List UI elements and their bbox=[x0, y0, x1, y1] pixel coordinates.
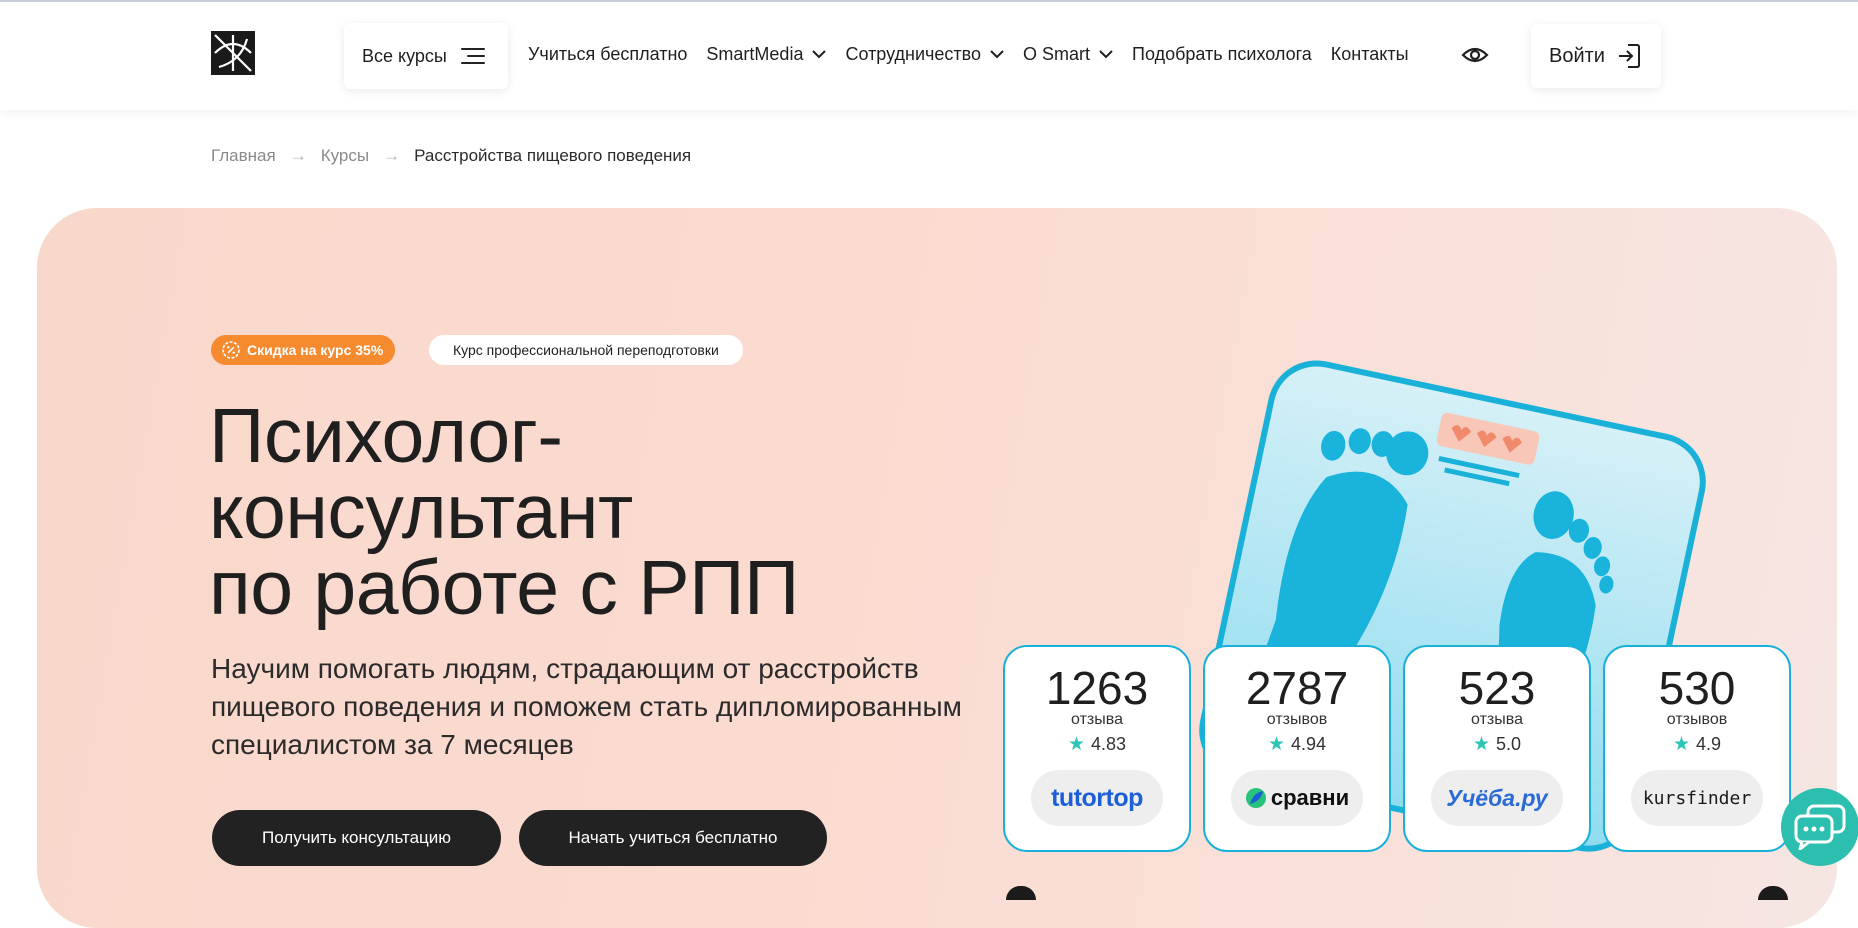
start-free-button[interactable]: Начать учиться бесплатно bbox=[519, 810, 827, 866]
review-count: 530 bbox=[1658, 662, 1736, 714]
platform-name: tutortop bbox=[1051, 783, 1143, 812]
rating-value: 4.94 bbox=[1291, 734, 1327, 754]
review-count-label: отзыва bbox=[1071, 711, 1123, 728]
breadcrumb-separator: → bbox=[383, 146, 401, 165]
page-title: Психолог- консультант по работе с РПП bbox=[209, 398, 1009, 627]
discount-badge: Скидка на курс 35% bbox=[211, 335, 396, 365]
breadcrumb-current: Расстройства пищевого поведения bbox=[414, 146, 692, 165]
burger-icon bbox=[460, 48, 485, 64]
main-nav: Учиться бесплатно SmartMedia Сотрудничес… bbox=[528, 42, 1428, 66]
breadcrumb-courses[interactable]: Курсы bbox=[321, 146, 369, 166]
rating: ★ 4.9 bbox=[1673, 733, 1721, 756]
platform-name: сравни bbox=[1270, 785, 1350, 810]
tutortop-logo[interactable]: tutortop bbox=[1031, 770, 1163, 826]
hero-subtitle: Научим помогать людям, страдающим от рас… bbox=[211, 653, 962, 760]
login-button[interactable]: Войти bbox=[1531, 24, 1661, 88]
nav-item-contacts[interactable]: Контакты bbox=[1331, 44, 1409, 65]
review-card-kursfinder[interactable]: 530 отзывов ★ 4.9 kursfinder bbox=[1603, 645, 1791, 852]
nav-label: Учиться бесплатно bbox=[528, 43, 688, 64]
nav-label: Сотрудничество bbox=[845, 43, 982, 64]
review-cards: 1263 отзыва ★ 4.83 tutortop 2787 отзывов … bbox=[1003, 645, 1803, 852]
discount-icon bbox=[222, 341, 240, 359]
review-card-sravni[interactable]: 2787 отзывов ★ 4.94 сравни bbox=[1203, 645, 1391, 852]
star-icon: ★ bbox=[1672, 734, 1690, 755]
rating: ★ 4.94 bbox=[1268, 733, 1326, 756]
title-line-2: консультант bbox=[209, 469, 633, 555]
review-card-tutortop[interactable]: 1263 отзыва ★ 4.83 tutortop bbox=[1003, 645, 1191, 852]
nav-item-smartmedia[interactable]: SmartMedia bbox=[706, 43, 827, 65]
sravni-leaf-icon bbox=[1245, 788, 1266, 808]
chevron-down-icon bbox=[1099, 49, 1113, 58]
chevron-down-icon bbox=[812, 49, 827, 58]
nav-item-learn-free[interactable]: Учиться бесплатно bbox=[528, 44, 687, 65]
nav-label: Контакты bbox=[1330, 43, 1409, 64]
discount-badge-label: Скидка на курс 35% bbox=[247, 342, 384, 358]
star-icon: ★ bbox=[1267, 734, 1285, 755]
nav-item-cooperation[interactable]: Сотрудничество bbox=[845, 44, 1004, 65]
review-count-label: отзывов bbox=[1666, 711, 1728, 728]
nav-label: O Smart bbox=[1023, 43, 1091, 64]
course-type-badge: Курс профессиональной переподготовки bbox=[429, 335, 743, 365]
review-count: 2787 bbox=[1245, 662, 1349, 714]
login-label: Войти bbox=[1549, 44, 1605, 67]
rating-value: 4.83 bbox=[1091, 734, 1127, 754]
logo-mark-icon[interactable] bbox=[211, 31, 255, 75]
platform-name: Учёба.ру bbox=[1446, 784, 1548, 811]
chevron-down-icon bbox=[990, 49, 1004, 58]
breadcrumb-separator: → bbox=[289, 146, 307, 165]
get-consultation-button[interactable]: Получить консультацию bbox=[212, 810, 501, 866]
ucheba-logo[interactable]: Учёба.ру bbox=[1431, 770, 1563, 826]
chat-bubbles-icon bbox=[1794, 804, 1846, 850]
sravni-logo[interactable]: сравни bbox=[1231, 770, 1363, 826]
start-free-label: Начать учиться бесплатно bbox=[568, 828, 778, 847]
get-consultation-label: Получить консультацию bbox=[261, 828, 452, 847]
star-icon: ★ bbox=[1472, 734, 1490, 755]
nav-item-about[interactable]: O Smart bbox=[1023, 44, 1113, 65]
review-count-label: отзыва bbox=[1471, 711, 1523, 728]
site-header: Все курсы Учиться бесплатно SmartMedia С… bbox=[0, 2, 1858, 110]
review-count-label: отзывов bbox=[1266, 711, 1328, 728]
platform-name: kursfinder bbox=[1642, 787, 1752, 809]
rating: ★ 4.83 bbox=[1068, 733, 1126, 756]
review-card-ucheba[interactable]: 523 отзыва ★ 5.0 Учёба.ру bbox=[1403, 645, 1591, 852]
nav-label: SmartMedia bbox=[706, 43, 804, 64]
kursfinder-logo[interactable]: kursfinder bbox=[1631, 770, 1763, 826]
rating: ★ 5.0 bbox=[1473, 733, 1521, 756]
star-icon: ★ bbox=[1067, 734, 1085, 755]
title-line-3: по работе с РПП bbox=[209, 545, 799, 631]
review-count: 523 bbox=[1458, 662, 1536, 714]
sravni-wordmark: сравни bbox=[1245, 785, 1349, 811]
nav-label: Подобрать психолога bbox=[1132, 43, 1312, 64]
course-type-label: Курс профессиональной переподготовки bbox=[453, 342, 719, 358]
title-line-1: Психолог- bbox=[209, 393, 563, 479]
review-count: 1263 bbox=[1045, 662, 1149, 714]
all-courses-button[interactable]: Все курсы bbox=[344, 23, 508, 89]
rating-value: 4.9 bbox=[1696, 734, 1722, 754]
nav-item-find-psychologist[interactable]: Подобрать психолога bbox=[1132, 44, 1312, 65]
eye-icon[interactable] bbox=[1461, 43, 1489, 67]
breadcrumb: Главная → Курсы → Расстройства пищевого … bbox=[211, 146, 691, 166]
login-arrow-icon bbox=[1618, 44, 1640, 68]
chat-widget-button[interactable] bbox=[1781, 788, 1858, 866]
breadcrumb-home[interactable]: Главная bbox=[211, 146, 276, 166]
all-courses-label: Все курсы bbox=[362, 45, 447, 66]
rating-value: 5.0 bbox=[1496, 734, 1522, 754]
